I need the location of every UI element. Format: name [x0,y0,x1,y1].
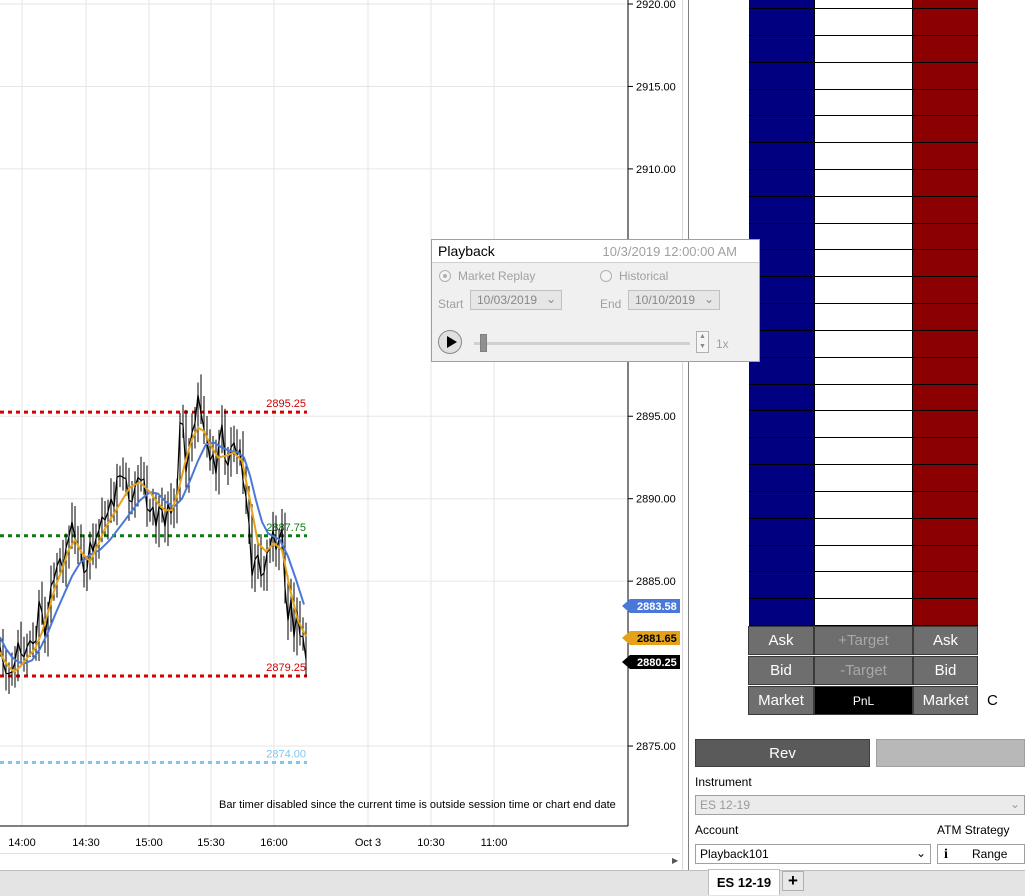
reverse-button[interactable]: Rev [695,739,870,767]
end-label: End [600,297,622,311]
dom-row-line [749,88,978,90]
time-tick-label: Oct 3 [355,837,381,849]
time-tick-label: 11:00 [481,837,508,849]
dom-row-line [749,303,978,305]
dom-row-line [749,571,978,573]
price-level-label: 2874.00 [266,749,306,761]
chart-horizontal-scrollbar[interactable] [0,853,680,868]
price-tick-label: 2875.00 [636,741,676,753]
dom-row-line [749,115,978,117]
sell-ask-button[interactable]: Ask [913,626,978,655]
dom-row-line [749,410,978,412]
tab-es-12-19[interactable]: ES 12-19 [708,869,780,895]
playback-current-datetime: 10/3/2019 12:00:00 AM [602,244,737,259]
account-label: Account [695,823,739,837]
dom-row-line [749,61,978,63]
time-tick-label: 10:30 [417,837,445,849]
add-tab-button[interactable]: + [782,871,804,891]
close-position-button[interactable]: C [987,692,998,709]
price-tick-label: 2915.00 [636,81,676,93]
minus-target-button[interactable]: -Target [814,656,913,685]
price-tick-label: 2895.00 [636,411,676,423]
price-tag-label: 2881.65 [637,633,677,645]
dom-row-line [749,195,978,197]
market-replay-label: Market Replay [458,269,536,283]
plus-target-button[interactable]: +Target [814,626,913,655]
dom-row-lines [749,0,978,626]
dom-row-line [749,544,978,546]
dom-row-line [749,490,978,492]
time-tick-label: 14:00 [8,837,36,849]
dom-row-line [749,168,978,170]
close-button[interactable] [876,739,1025,767]
chevron-down-icon: ⌄ [915,846,926,860]
time-tick-label: 16:00 [260,837,288,849]
bar-timer-note: Bar timer disabled since the current tim… [219,799,616,811]
dom-row-line [749,249,978,251]
dom-row-line [749,517,978,519]
time-tick-label: 15:00 [135,837,163,849]
playback-speed-value: 1x [716,337,729,351]
price-chart[interactable]: 2895.252887.752879.252874.00 2920.002915… [0,0,682,895]
atm-strategy-select[interactable]: i Range [937,844,1025,864]
pnl-display[interactable]: PnL [814,686,913,715]
scroll-right-arrow-icon[interactable]: ▶ [672,856,678,865]
atm-strategy-label: ATM Strategy [937,823,1010,837]
historical-label: Historical [619,269,669,283]
buy-ask-button[interactable]: Ask [748,626,814,655]
playback-speed-slider[interactable] [480,334,487,352]
historical-radio[interactable] [600,270,612,282]
dom-row-line [749,34,978,36]
dom-row-line [749,383,978,385]
price-tag-label: 2883.58 [637,601,677,613]
speed-spinner[interactable]: ▲ ▼ [696,331,709,353]
dom-row-line [749,222,978,224]
price-level-label: 2895.25 [266,398,306,410]
playback-speed-track[interactable] [474,342,690,345]
time-tick-label: 15:30 [197,837,225,849]
dom-row-line [749,276,978,278]
dom-row-line [749,464,978,465]
account-select[interactable]: Playback101 ⌄ [695,844,931,864]
play-icon[interactable] [438,330,462,354]
buy-market-button[interactable]: Market [748,686,814,715]
chevron-down-icon: ⌄ [545,292,556,306]
chevron-down-icon: ⌄ [703,292,714,306]
price-tag-label: 2880.25 [637,657,677,669]
dom-row-line [749,598,978,600]
price-tick-label: 2885.00 [636,576,676,588]
sell-market-button[interactable]: Market [913,686,978,715]
price-tag: 2881.65 [622,631,680,645]
sell-bid-button[interactable]: Bid [913,656,978,685]
market-replay-radio[interactable] [439,270,451,282]
info-icon[interactable]: i [944,847,948,862]
instrument-select[interactable]: ES 12-19 ⌄ [695,795,1025,815]
playback-window[interactable]: Playback 10/3/2019 12:00:00 AM Market Re… [431,239,760,362]
price-tick-label: 2920.00 [636,0,676,11]
chevron-down-icon: ⌄ [1009,797,1020,811]
playback-title: Playback [438,243,495,259]
bottom-tab-strip [0,870,1025,896]
dom-row-line [749,142,978,144]
dom-row-line [749,356,978,358]
price-close-line [0,394,307,675]
end-date-select[interactable]: 10/10/2019 ⌄ [628,290,720,310]
price-tag: 2883.58 [622,599,680,613]
instrument-label: Instrument [695,775,752,789]
start-label: Start [438,297,464,311]
price-tick-label: 2910.00 [636,164,676,176]
dom-row-line [749,329,978,331]
buy-bid-button[interactable]: Bid [748,656,814,685]
price-tag: 2880.25 [622,655,680,669]
dom-row-line [749,8,978,9]
time-tick-label: 14:30 [72,837,100,849]
dom-row-line [749,437,978,439]
price-level-label: 2879.25 [266,662,306,674]
start-date-select[interactable]: 10/03/2019 ⌄ [470,290,562,310]
price-tick-label: 2890.00 [636,494,676,506]
